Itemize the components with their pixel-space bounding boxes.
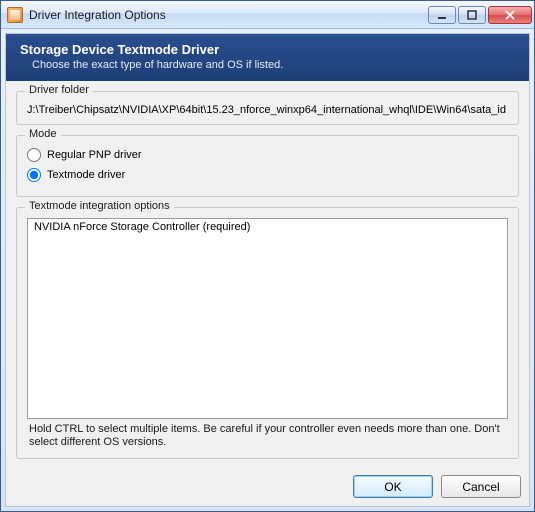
minimize-button[interactable] (428, 6, 456, 24)
textmode-options-hint: Hold CTRL to select multiple items. Be c… (29, 423, 506, 451)
textmode-options-group: Textmode integration options NVIDIA nFor… (16, 207, 519, 459)
dialog-body: Driver folder J:\Treiber\Chipsatz\NVIDIA… (6, 81, 529, 469)
mode-label-textmode: Textmode driver (47, 169, 125, 181)
close-button[interactable] (488, 6, 532, 24)
driver-folder-group: Driver folder J:\Treiber\Chipsatz\NVIDIA… (16, 91, 519, 125)
client-area: Storage Device Textmode Driver Choose th… (5, 33, 530, 507)
driver-folder-legend: Driver folder (25, 84, 93, 96)
app-icon (7, 7, 23, 23)
mode-option-textmode[interactable]: Textmode driver (27, 168, 508, 182)
maximize-button[interactable] (458, 6, 486, 24)
ok-button-label: OK (384, 480, 401, 494)
maximize-icon (466, 10, 478, 20)
cancel-button-label: Cancel (462, 480, 499, 494)
mode-legend: Mode (25, 128, 61, 140)
textmode-options-listbox[interactable]: NVIDIA nForce Storage Controller (requir… (27, 218, 508, 419)
mode-radio-pnp[interactable] (27, 148, 41, 162)
cancel-button[interactable]: Cancel (441, 475, 521, 498)
mode-option-pnp[interactable]: Regular PNP driver (27, 148, 508, 162)
close-icon (504, 10, 516, 20)
header-subtitle: Choose the exact type of hardware and OS… (32, 59, 515, 71)
driver-folder-path: J:\Treiber\Chipsatz\NVIDIA\XP\64bit\15.2… (27, 102, 508, 116)
textmode-options-legend: Textmode integration options (25, 200, 174, 212)
mode-group: Mode Regular PNP driver Textmode driver (16, 135, 519, 197)
mode-label-pnp: Regular PNP driver (47, 149, 142, 161)
mode-radio-textmode[interactable] (27, 168, 41, 182)
header-band: Storage Device Textmode Driver Choose th… (6, 34, 529, 81)
titlebar[interactable]: Driver Integration Options (1, 1, 534, 29)
ok-button[interactable]: OK (353, 475, 433, 498)
dialog-buttons: OK Cancel (6, 469, 529, 506)
header-title: Storage Device Textmode Driver (20, 42, 515, 57)
window-title: Driver Integration Options (29, 8, 428, 22)
minimize-icon (436, 10, 448, 20)
list-item[interactable]: NVIDIA nForce Storage Controller (requir… (28, 219, 507, 235)
window-frame: Driver Integration Options Storage Devic… (0, 0, 535, 512)
window-controls (428, 6, 532, 24)
